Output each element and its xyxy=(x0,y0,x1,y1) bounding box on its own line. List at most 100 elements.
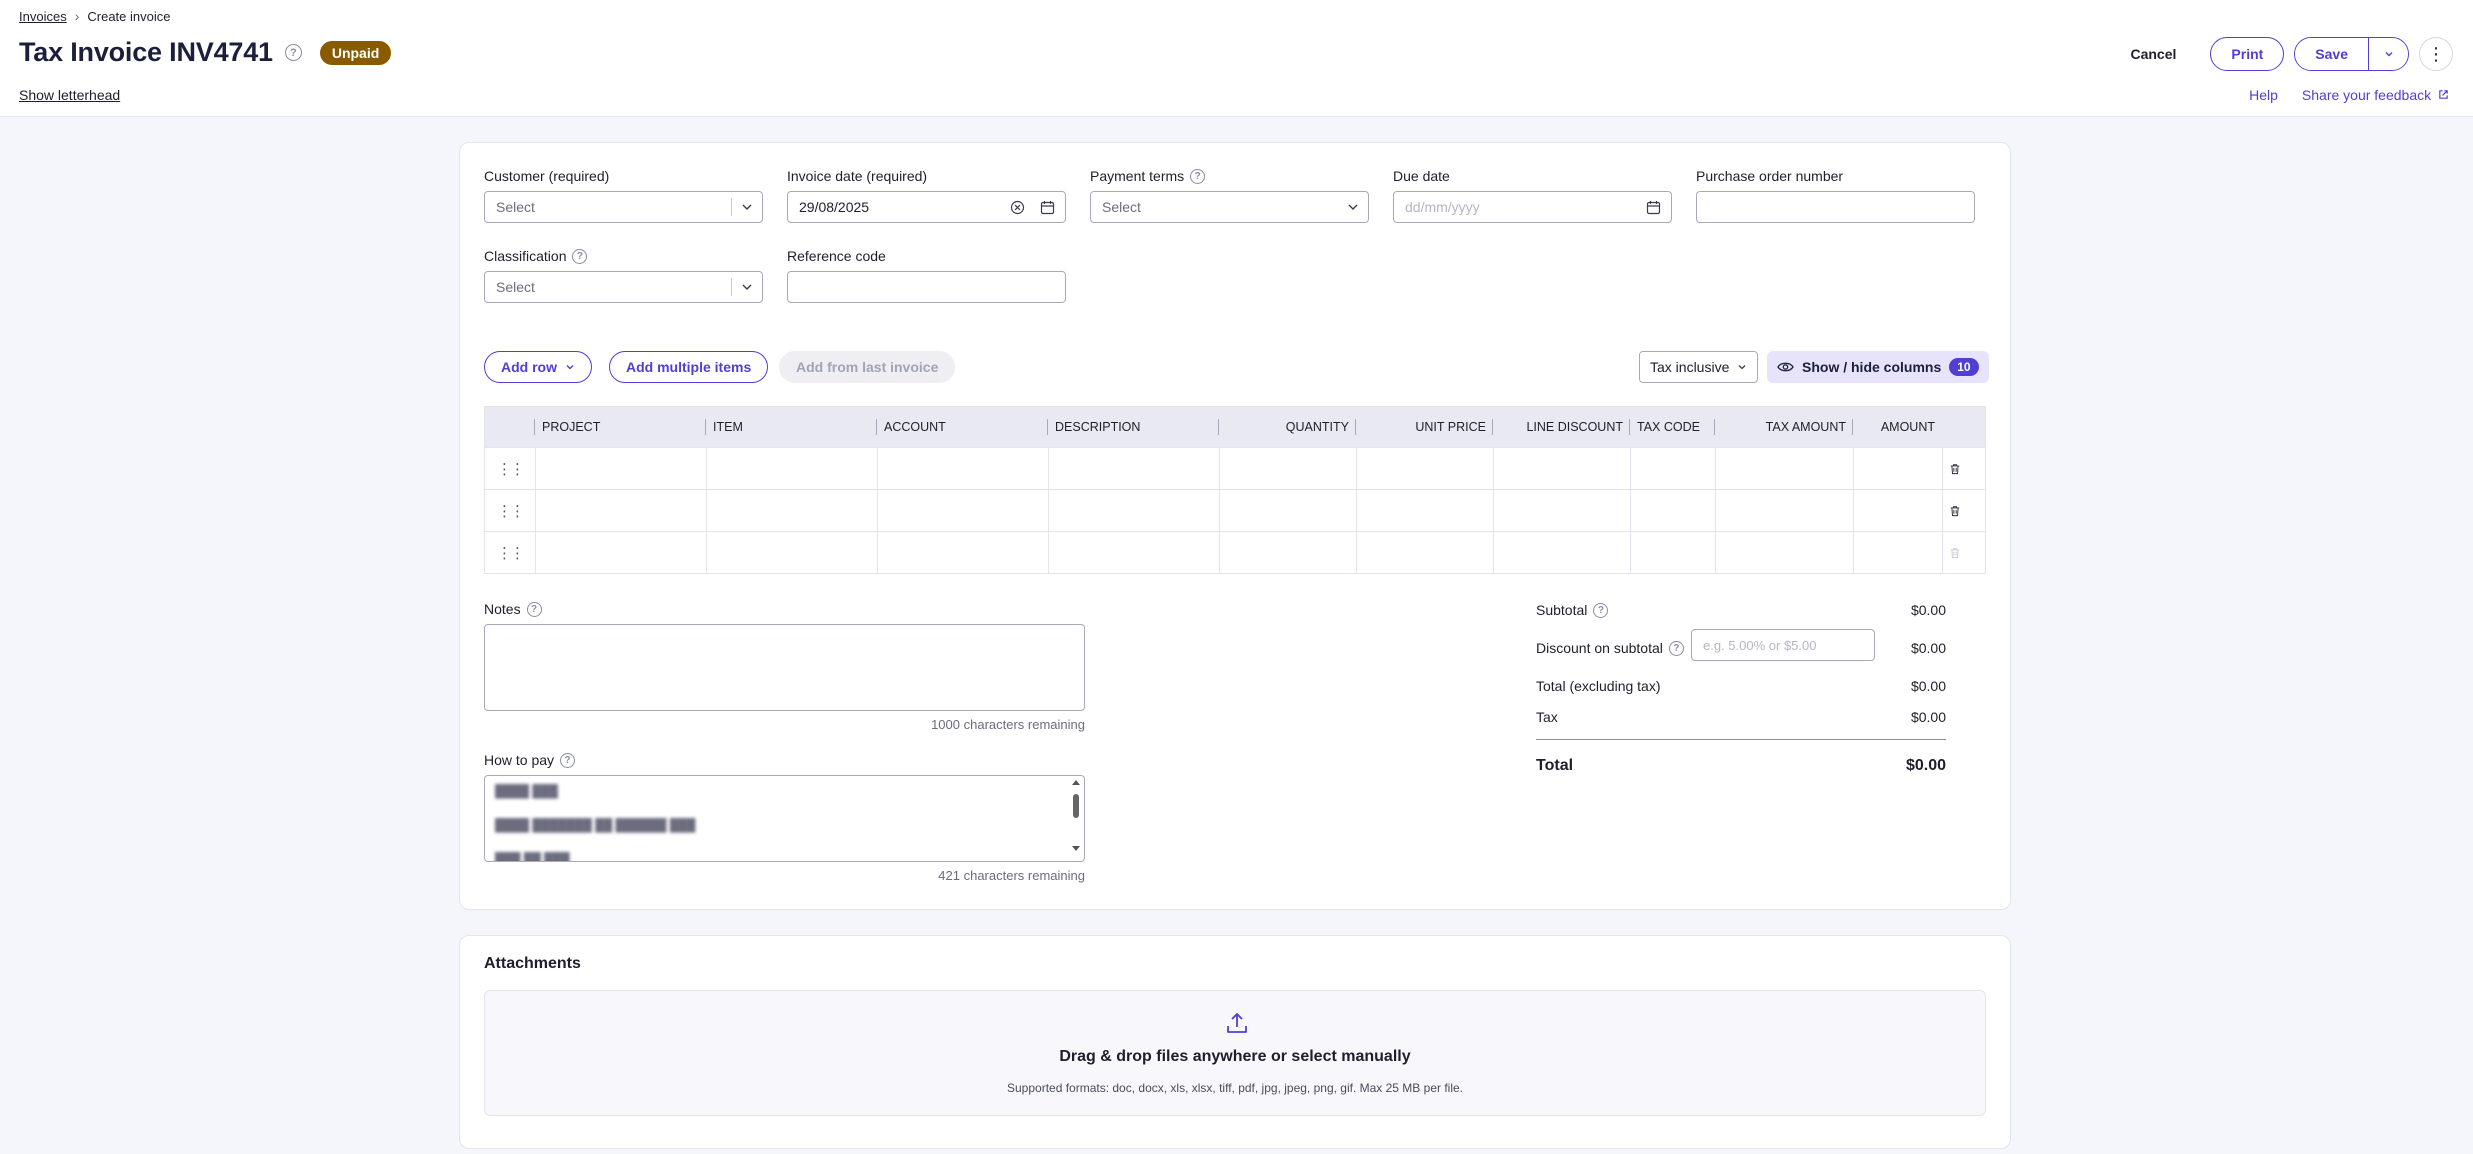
reference-code-label: Reference code xyxy=(787,248,886,264)
amount-cell[interactable] xyxy=(1853,532,1942,573)
tax-code-cell[interactable] xyxy=(1630,448,1715,489)
tax-amount-cell[interactable] xyxy=(1715,448,1853,489)
tax-code-cell[interactable] xyxy=(1630,532,1715,573)
customer-label-text: Customer (required) xyxy=(484,168,610,184)
drag-handle-icon[interactable]: ⋮⋮ xyxy=(485,490,535,531)
drag-handle-icon[interactable]: ⋮⋮ xyxy=(485,448,535,489)
line-discount-cell[interactable] xyxy=(1493,490,1630,531)
how-to-pay-textarea[interactable]: ████ ███ ████ ███████ ██ ██████ ███ ███ … xyxy=(484,775,1085,862)
column-header-unit-price[interactable]: UNIT PRICE xyxy=(1356,407,1493,447)
item-cell[interactable] xyxy=(706,448,877,489)
column-header-item[interactable]: ITEM xyxy=(706,407,877,447)
breadcrumb-current: Create invoice xyxy=(87,8,171,24)
help-icon[interactable]: ? xyxy=(526,601,542,617)
column-header-quantity[interactable]: QUANTITY xyxy=(1219,407,1356,447)
item-cell[interactable] xyxy=(706,532,877,573)
classification-placeholder: Select xyxy=(496,279,535,295)
help-icon[interactable]: ? xyxy=(284,44,302,61)
invoice-date-field[interactable]: 29/08/2025 xyxy=(787,191,1066,223)
add-from-last-label: Add from last invoice xyxy=(796,359,939,375)
cancel-button[interactable]: Cancel xyxy=(2130,46,2200,62)
account-cell[interactable] xyxy=(877,448,1048,489)
show-letterhead-link[interactable]: Show letterhead xyxy=(19,87,120,103)
show-hide-columns-button[interactable]: Show / hide columns 10 xyxy=(1767,351,1989,383)
more-vertical-icon[interactable]: ⋮ xyxy=(2419,37,2453,71)
unit-price-cell[interactable] xyxy=(1356,448,1493,489)
payment-terms-placeholder: Select xyxy=(1102,199,1141,215)
drag-handle-icon[interactable]: ⋮⋮ xyxy=(485,532,535,573)
project-cell[interactable] xyxy=(535,448,706,489)
tax-amount-cell[interactable] xyxy=(1715,532,1853,573)
add-from-last-invoice-button[interactable]: Add from last invoice xyxy=(779,351,956,383)
unit-price-cell[interactable] xyxy=(1356,490,1493,531)
account-cell[interactable] xyxy=(877,490,1048,531)
due-date-placeholder: dd/mm/yyyy xyxy=(1405,199,1480,215)
notes-characters-remaining: 1000 characters remaining xyxy=(931,717,1085,732)
share-feedback-link[interactable]: Share your feedback xyxy=(2302,87,2449,103)
help-icon[interactable]: ? xyxy=(560,752,576,768)
column-header-amount[interactable]: AMOUNT xyxy=(1853,407,1942,447)
drag-column-header xyxy=(485,407,535,447)
customer-select[interactable]: Select xyxy=(484,191,763,223)
total-label: Total xyxy=(1536,757,1574,774)
column-header-tax-code[interactable]: TAX CODE xyxy=(1630,407,1715,447)
add-row-button[interactable]: Add row xyxy=(484,351,592,383)
unit-price-cell[interactable] xyxy=(1356,532,1493,573)
clear-icon[interactable] xyxy=(1010,200,1025,215)
subtotal-row: Subtotal? $0.00 xyxy=(1536,602,1946,618)
po-number-input[interactable] xyxy=(1696,191,1975,223)
chevron-down-icon xyxy=(742,284,752,290)
description-cell[interactable] xyxy=(1048,532,1219,573)
item-cell[interactable] xyxy=(706,490,877,531)
amount-cell[interactable] xyxy=(1853,448,1942,489)
help-icon[interactable]: ? xyxy=(1593,602,1609,618)
line-discount-cell[interactable] xyxy=(1493,448,1630,489)
tax-amount-cell[interactable] xyxy=(1715,490,1853,531)
chevron-down-icon xyxy=(2385,52,2392,57)
reference-code-input[interactable] xyxy=(787,271,1066,303)
delete-row-button[interactable] xyxy=(1942,448,1967,489)
amount-cell[interactable] xyxy=(1853,490,1942,531)
total-excluding-tax-value: $0.00 xyxy=(1910,678,1946,694)
quantity-cell[interactable] xyxy=(1219,448,1356,489)
file-dropzone[interactable]: Drag & drop files anywhere or select man… xyxy=(484,990,1986,1116)
print-button[interactable]: Print xyxy=(2210,37,2285,71)
column-header-project[interactable]: PROJECT xyxy=(535,407,706,447)
calendar-icon[interactable] xyxy=(1646,200,1661,215)
quantity-cell[interactable] xyxy=(1219,532,1356,573)
redacted-text: ████ ███ xyxy=(495,784,558,798)
discount-input[interactable]: e.g. 5.00% or $5.00 xyxy=(1691,629,1875,661)
column-header-line-discount[interactable]: LINE DISCOUNT xyxy=(1493,407,1630,447)
total-excluding-tax-label: Total (excluding tax) xyxy=(1536,678,1661,694)
column-header-description[interactable]: DESCRIPTION xyxy=(1048,407,1219,447)
project-cell[interactable] xyxy=(535,490,706,531)
account-cell[interactable] xyxy=(877,532,1048,573)
help-link[interactable]: Help xyxy=(2249,87,2278,103)
po-number-label-text: Purchase order number xyxy=(1696,168,1844,184)
calendar-icon[interactable] xyxy=(1040,200,1055,215)
help-icon[interactable]: ? xyxy=(1668,640,1684,656)
description-cell[interactable] xyxy=(1048,448,1219,489)
tax-mode-select[interactable]: Tax inclusive xyxy=(1639,351,1759,383)
help-icon[interactable]: ? xyxy=(1190,168,1206,184)
tax-code-cell[interactable] xyxy=(1630,490,1715,531)
column-header-account[interactable]: ACCOUNT xyxy=(877,407,1048,447)
description-cell[interactable] xyxy=(1048,490,1219,531)
textarea-scrollbar[interactable] xyxy=(1070,779,1082,859)
invoice-date-label-text: Invoice date (required) xyxy=(787,168,928,184)
dropzone-formats: Supported formats: doc, docx, xls, xlsx,… xyxy=(1007,1081,1463,1095)
breadcrumb-invoices-link[interactable]: Invoices xyxy=(19,9,67,24)
due-date-field[interactable]: dd/mm/yyyy xyxy=(1393,191,1672,223)
delete-row-button[interactable] xyxy=(1942,490,1967,531)
classification-select[interactable]: Select xyxy=(484,271,763,303)
save-options-dropdown[interactable] xyxy=(2368,38,2408,70)
add-multiple-items-button[interactable]: Add multiple items xyxy=(609,351,769,383)
save-button[interactable]: Save xyxy=(2295,38,2368,70)
payment-terms-select[interactable]: Select xyxy=(1090,191,1369,223)
line-discount-cell[interactable] xyxy=(1493,532,1630,573)
quantity-cell[interactable] xyxy=(1219,490,1356,531)
column-header-tax-amount[interactable]: TAX AMOUNT xyxy=(1715,407,1853,447)
help-icon[interactable]: ? xyxy=(572,248,588,264)
notes-textarea[interactable] xyxy=(484,624,1085,711)
project-cell[interactable] xyxy=(535,532,706,573)
